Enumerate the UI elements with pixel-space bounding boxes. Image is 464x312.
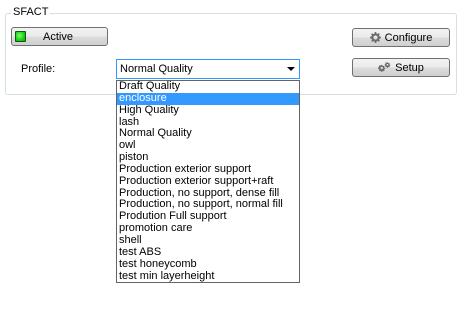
gear-icon: [369, 32, 381, 43]
profile-option[interactable]: Production, no support, dense fill: [117, 188, 299, 200]
profile-dropdown-list: Draft Quality enclosure High Quality lash No…: [116, 80, 300, 284]
profile-option[interactable]: piston: [117, 152, 299, 164]
status-led-icon: [15, 31, 26, 42]
profile-option[interactable]: Production exterior support+raft: [117, 176, 299, 188]
profile-option[interactable]: Production, no support, normal fill: [117, 199, 299, 211]
profile-option[interactable]: test min layerheight: [117, 271, 299, 283]
group-title: SFACT: [11, 6, 51, 19]
configure-button-label: Configure: [384, 31, 433, 44]
profile-option[interactable]: owl: [117, 140, 299, 152]
profile-option[interactable]: High Quality: [117, 105, 299, 117]
setup-button[interactable]: Setup: [352, 58, 450, 77]
profile-select-value: Normal Quality: [120, 63, 193, 75]
chevron-down-icon[interactable]: [287, 67, 295, 71]
profile-select[interactable]: Normal Quality: [116, 59, 300, 79]
configure-button[interactable]: Configure: [352, 28, 450, 47]
active-toggle-button[interactable]: Active: [11, 27, 108, 46]
profile-label: Profile:: [21, 63, 56, 75]
active-button-label: Active: [43, 30, 73, 43]
profile-option[interactable]: shell: [117, 235, 299, 247]
profile-option[interactable]: lash: [117, 117, 299, 129]
profile-option[interactable]: Prodution Full support: [117, 211, 299, 223]
profile-option[interactable]: Normal Quality: [117, 128, 299, 140]
profile-option[interactable]: promotion care: [117, 223, 299, 235]
profile-option[interactable]: enclosure: [117, 92, 299, 105]
profile-option[interactable]: test ABS: [117, 247, 299, 259]
gears-icon: [378, 62, 391, 73]
profile-option[interactable]: Draft Quality: [117, 81, 299, 93]
profile-option[interactable]: Production exterior support: [117, 164, 299, 176]
setup-button-label: Setup: [395, 61, 424, 74]
profile-option[interactable]: test honeycomb: [117, 259, 299, 271]
